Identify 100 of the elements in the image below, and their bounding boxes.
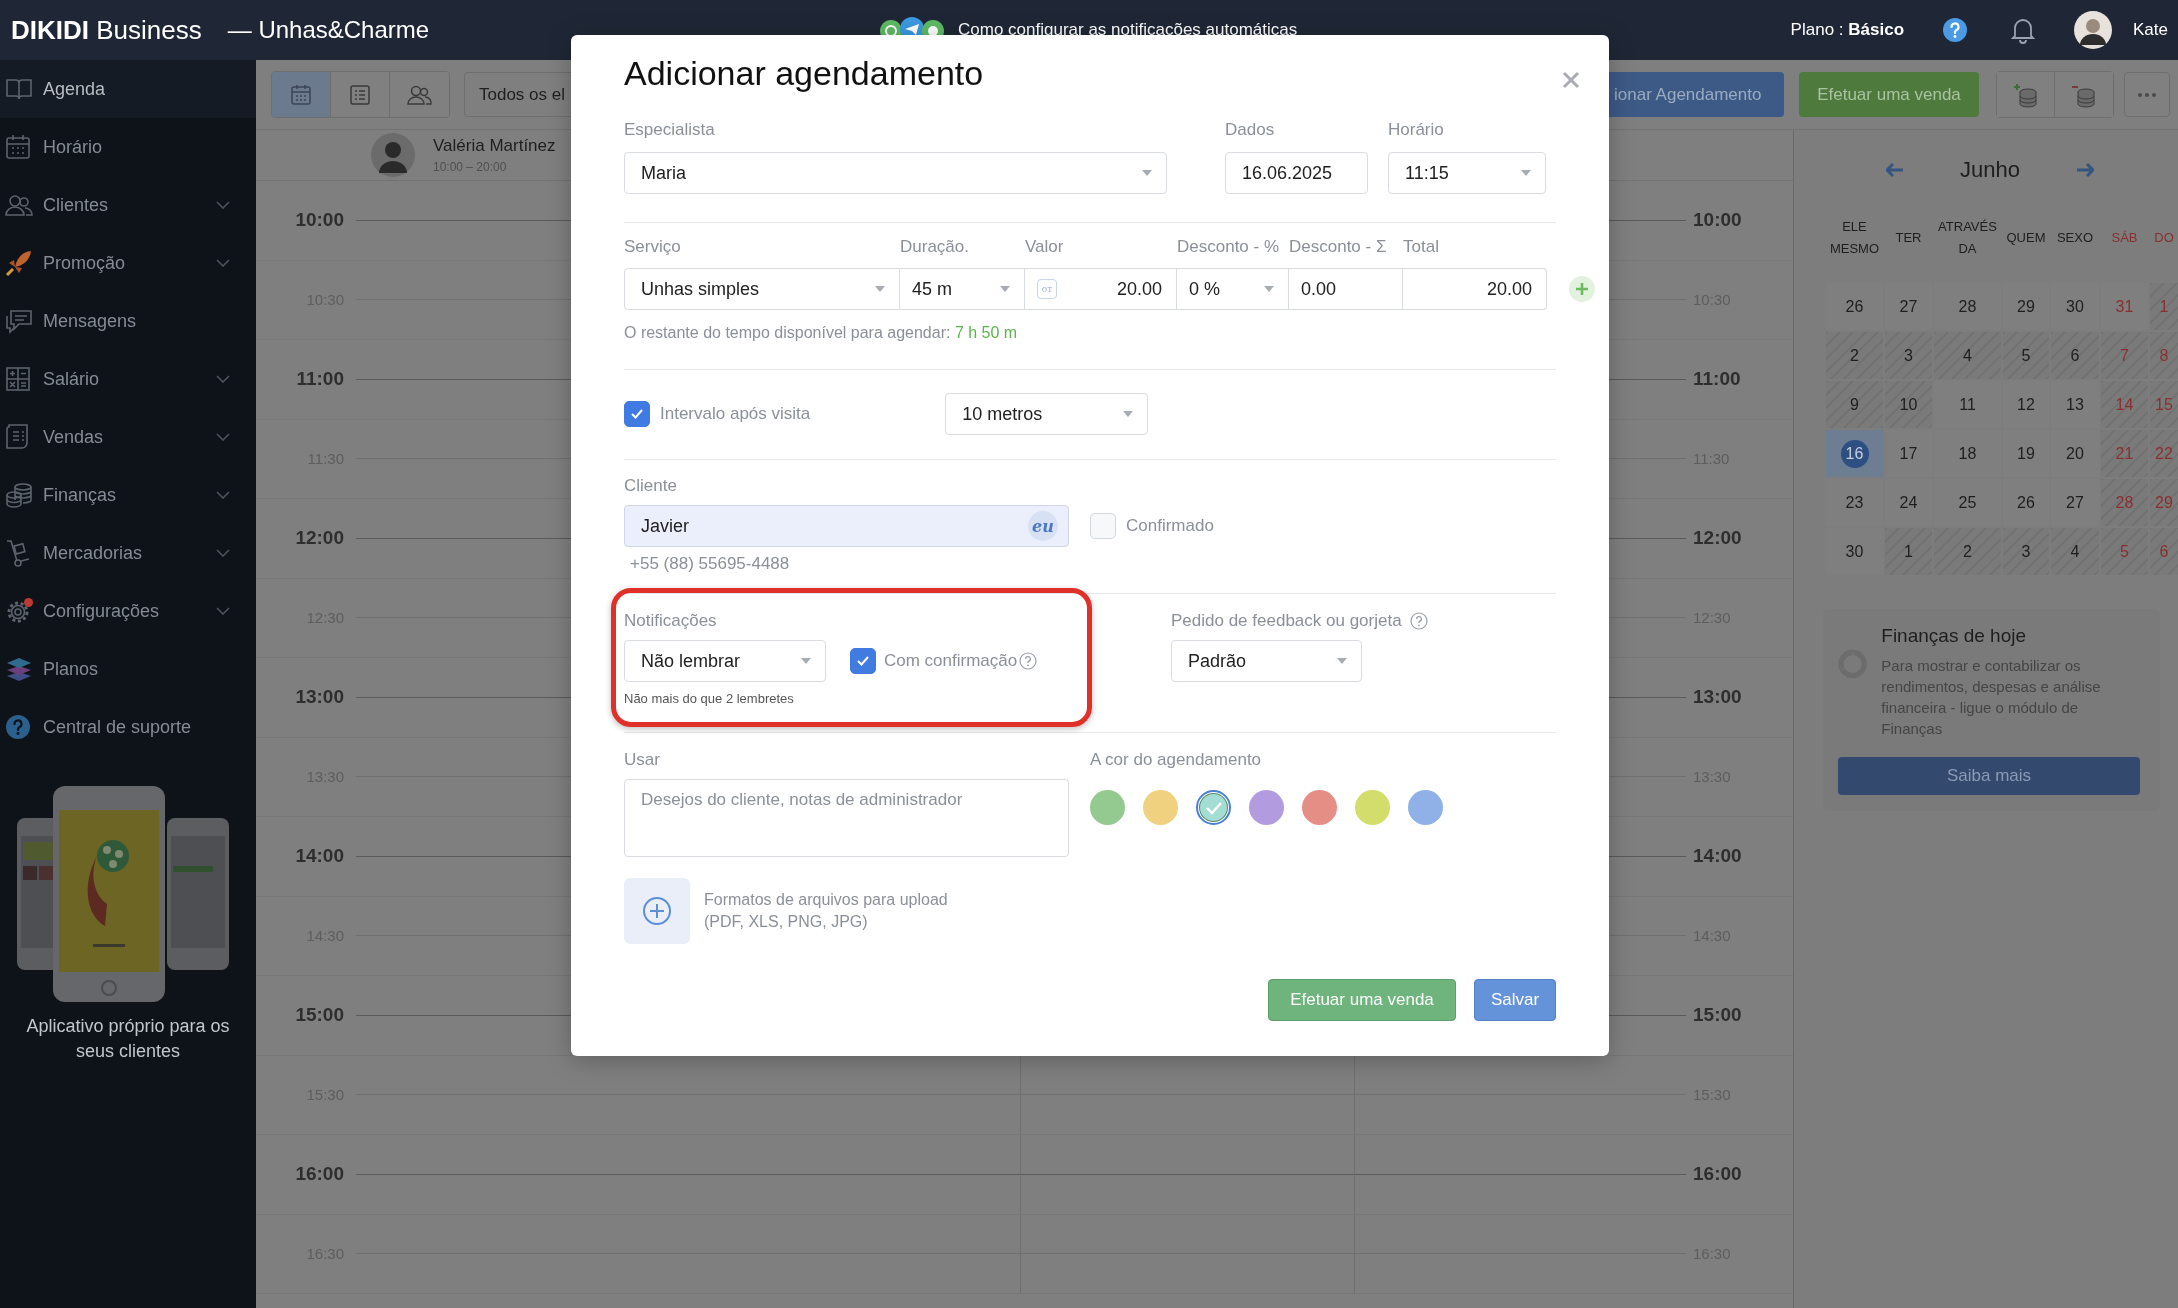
time-label: 13:00 — [1692, 686, 1743, 709]
sidebar-item[interactable]: Finanças — [0, 466, 256, 524]
sidebar-item[interactable]: Agenda — [0, 60, 256, 118]
color-swatch[interactable] — [1355, 790, 1390, 825]
calendar-day[interactable]: 4 — [2051, 528, 2099, 575]
calendar-day[interactable]: 2 — [1934, 528, 2001, 575]
plan-label: Plano : Básico — [1790, 20, 1904, 40]
specialist-select[interactable]: Maria — [624, 152, 1167, 194]
field-label: Serviço — [624, 237, 682, 257]
calendar-day[interactable]: 1 — [1885, 528, 1932, 575]
time-slot[interactable] — [1020, 1055, 1354, 1134]
price-field[interactable]: от 20.00 — [1025, 268, 1177, 310]
sidebar-item[interactable]: Vendas — [0, 408, 256, 466]
time-slot[interactable] — [1354, 1055, 1686, 1134]
people-icon — [5, 193, 33, 217]
select-field[interactable]: 45 m — [900, 268, 1025, 310]
time-label: 10:00 — [1692, 209, 1743, 232]
color-swatch[interactable] — [1249, 790, 1284, 825]
promo-text: Aplicativo próprio para os seus clientes — [25, 1015, 231, 1063]
help-icon[interactable] — [1942, 17, 1968, 43]
sale-button[interactable]: Efetuar uma venda — [1268, 979, 1456, 1021]
arrow-right-icon[interactable] — [2076, 163, 2094, 177]
time-label: 12:00 — [1692, 527, 1743, 550]
chevron-down-icon — [216, 433, 230, 441]
client-field[interactable]: Javier eu — [624, 505, 1069, 547]
time-select[interactable]: 11:15 — [1388, 152, 1546, 194]
sidebar-item[interactable]: Salário — [0, 350, 256, 408]
bell-icon[interactable] — [2010, 16, 2036, 44]
upload-button[interactable] — [624, 878, 690, 944]
field-label: Total — [1403, 237, 1440, 257]
sidebar-item[interactable]: Configurações — [0, 582, 256, 640]
checkbox-label: Intervalo após visita — [660, 404, 811, 424]
save-button[interactable]: Salvar — [1474, 979, 1556, 1021]
more-button[interactable] — [2124, 72, 2170, 117]
sidebar-item[interactable]: Mercadorias — [0, 524, 256, 582]
sidebar-item[interactable]: Mensagens — [0, 292, 256, 350]
color-swatch[interactable] — [1090, 790, 1125, 825]
calendar-day[interactable]: 6 — [2051, 332, 2099, 379]
weekday-label: TER — [1894, 228, 1923, 247]
field-label: Notificações — [624, 611, 718, 631]
calendar-day[interactable]: 5 — [2003, 332, 2049, 379]
more-icon — [2137, 91, 2157, 98]
app-logo[interactable]: DIKIDI Business — [11, 14, 202, 46]
total-field[interactable]: 20.00 — [1403, 268, 1547, 310]
chevron-down-icon — [216, 375, 230, 383]
sidebar-item[interactable]: Promoção — [0, 234, 256, 292]
dialog-title: Adicionar agendamento — [624, 53, 985, 93]
sidebar-item[interactable]: Planos — [0, 640, 256, 698]
cash-in-button[interactable] — [1997, 72, 2055, 117]
client-badge: eu — [1028, 511, 1058, 541]
notification-dot — [24, 598, 33, 607]
arrow-left-icon[interactable] — [1886, 163, 1904, 177]
caret-icon — [875, 286, 885, 292]
add-icon[interactable] — [1569, 276, 1595, 302]
sidebar-item[interactable]: Horário — [0, 118, 256, 176]
user-name[interactable]: Kate — [2133, 20, 2168, 40]
close-icon[interactable] — [1562, 71, 1580, 89]
time-label: 10:00 — [294, 209, 345, 232]
calendar-day[interactable]: 2 — [1826, 332, 1883, 379]
caret-icon — [801, 658, 811, 664]
field-label: Horário — [1388, 120, 1445, 140]
chevron-down-icon — [216, 259, 230, 267]
chevron-down-icon — [216, 491, 230, 499]
field-label: A cor do agendamento — [1090, 750, 1263, 770]
calendar-day[interactable]: 3 — [2003, 528, 2049, 575]
select-field[interactable]: Unhas simples — [624, 268, 900, 310]
upload-formats: (PDF, XLS, PNG, JPG) — [704, 912, 869, 932]
user-avatar[interactable] — [2074, 11, 2112, 49]
weekday-label: ELE MESMO — [1828, 217, 1881, 258]
color-swatch[interactable] — [1408, 790, 1443, 825]
checkbox[interactable] — [850, 648, 876, 674]
date-field[interactable]: 16.06.2025 — [1225, 152, 1368, 194]
reminder-select[interactable]: Não lembrar — [624, 640, 826, 682]
color-swatch[interactable] — [1200, 794, 1227, 821]
feedback-select[interactable]: Padrão — [1171, 640, 1362, 682]
calendar-day[interactable]: 10 — [1885, 381, 1932, 428]
checkbox[interactable] — [624, 401, 650, 427]
notes-field[interactable]: Desejos do cliente, notas de administrador — [624, 779, 1069, 857]
calendar-day[interactable]: 4 — [1934, 332, 2001, 379]
sidebar-item[interactable]: Clientes — [0, 176, 256, 234]
sale-button[interactable]: Efetuar uma venda — [1799, 72, 1979, 117]
discount-field[interactable]: 0.00 — [1289, 268, 1403, 310]
time-label: 11:00 — [295, 368, 345, 391]
calendar-day[interactable]: 9 — [1826, 381, 1883, 428]
calendar-day[interactable]: 16 — [1826, 430, 1883, 477]
chevron-down-icon — [216, 607, 230, 615]
select-field[interactable]: 0 % — [1177, 268, 1289, 310]
book-icon — [5, 77, 33, 101]
rocket-icon — [5, 249, 33, 277]
calendar-day[interactable]: 3 — [1885, 332, 1932, 379]
sidebar-item[interactable]: Central de suporte — [0, 698, 256, 756]
month-title: Junho — [1960, 157, 2020, 183]
learn-more-button[interactable]: Saiba mais — [1838, 757, 2140, 795]
hand-truck-icon — [5, 539, 31, 567]
remaining-time-text: O restante do tempo disponível para agendar: 7 h 50 m — [624, 323, 1019, 343]
interval-select[interactable]: 10 metros — [945, 393, 1149, 435]
color-swatch[interactable] — [1302, 790, 1337, 825]
field-label: Desconto - % — [1177, 237, 1281, 257]
view-toggle-button[interactable] — [272, 72, 331, 117]
color-swatch[interactable] — [1143, 790, 1178, 825]
